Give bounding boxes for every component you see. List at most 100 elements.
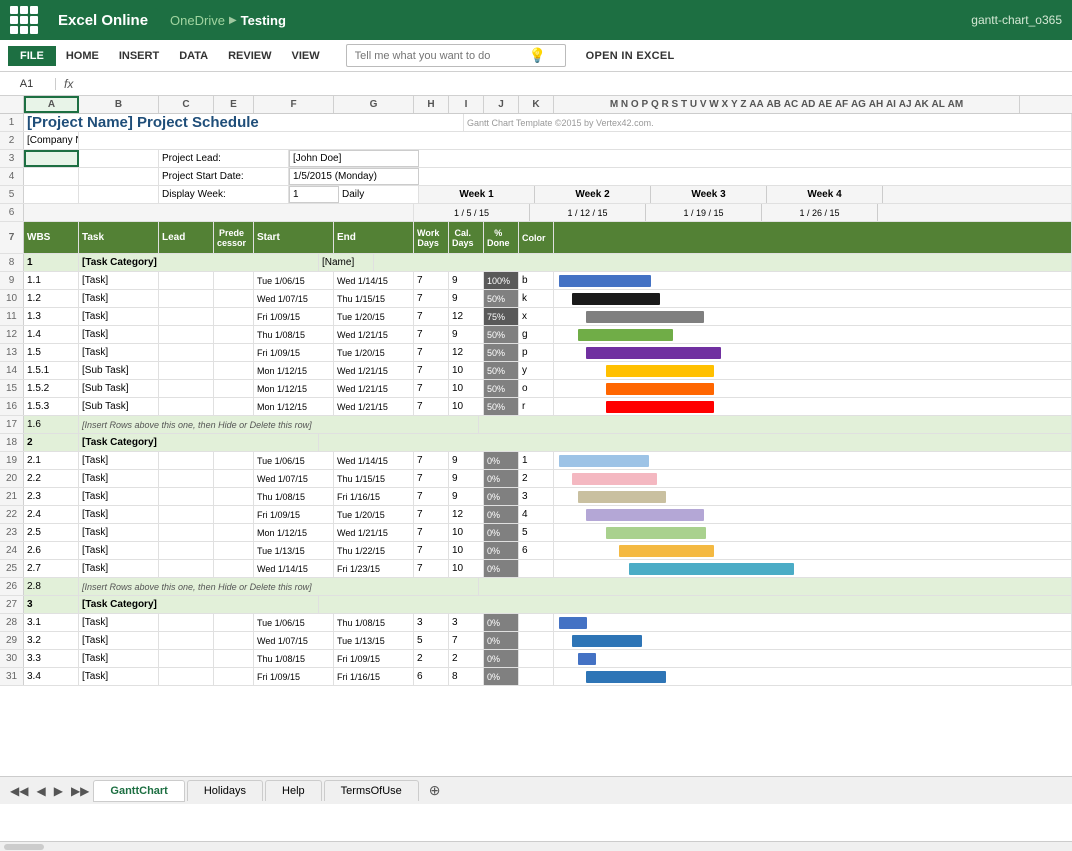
tab-nav-prev[interactable]: ◀ [32, 784, 49, 798]
column-headers: A B C E F G H I J K M N O P Q R S T U V … [0, 96, 1072, 114]
menu-home[interactable]: HOME [56, 46, 109, 66]
breadcrumb-sep: ▶ [229, 15, 237, 26]
cell-reference[interactable]: A1 [6, 78, 56, 90]
tab-help[interactable]: Help [265, 780, 322, 801]
search-input[interactable] [355, 50, 525, 62]
menu-insert[interactable]: INSERT [109, 46, 169, 66]
gantt-bar [586, 671, 666, 683]
table-row: 29 3.2 [Task] Wed 1/07/15 Tue 1/13/15 5 … [0, 632, 1072, 650]
menu-data[interactable]: DATA [169, 46, 218, 66]
col-E[interactable]: E [214, 96, 254, 113]
table-row: 11 1.3 [Task] Fri 1/09/15 Tue 1/20/15 7 … [0, 308, 1072, 326]
col-pctdone-header: %Done [484, 222, 519, 253]
column-header-row: 7 WBS Task Lead Predecessor Start End Wo… [0, 222, 1072, 254]
col-H[interactable]: H [414, 96, 449, 113]
top-bar: Excel Online OneDrive ▶ Testing gantt-ch… [0, 0, 1072, 40]
display-week-val[interactable]: 1 [289, 186, 339, 203]
horizontal-scrollbar[interactable] [0, 841, 1072, 851]
tab-nav-right[interactable]: ▶▶ [67, 784, 93, 798]
project-title[interactable]: [Project Name] Project Schedule [24, 114, 464, 131]
col-G[interactable]: G [334, 96, 414, 113]
daily-label: Daily [339, 186, 419, 203]
gantt-bar [606, 527, 706, 539]
week2-date: 1 / 12 / 15 [530, 204, 646, 221]
table-row: 28 3.1 [Task] Tue 1/06/15 Thu 1/08/15 3 … [0, 614, 1072, 632]
menu-view[interactable]: VIEW [282, 46, 330, 66]
gantt-bar [606, 383, 714, 395]
tab-ganttchart[interactable]: GanttChart [93, 780, 184, 802]
add-sheet-button[interactable]: ⊕ [421, 780, 449, 801]
menu-file[interactable]: FILE [8, 46, 56, 66]
col-workdays-header: WorkDays [414, 222, 449, 253]
table-row: 20 2.2 [Task] Wed 1/07/15 Thu 1/15/15 7 … [0, 470, 1072, 488]
table-row: 19 2.1 [Task] Tue 1/06/15 Wed 1/14/15 7 … [0, 452, 1072, 470]
table-row: 8 1 [Task Category] [Name] [0, 254, 1072, 272]
week3-date: 1 / 19 / 15 [646, 204, 762, 221]
onedrive-link[interactable]: OneDrive [170, 13, 225, 28]
table-row: 21 2.3 [Task] Thu 1/08/15 Fri 1/16/15 7 … [0, 488, 1072, 506]
scroll-thumb[interactable] [4, 844, 44, 850]
col-A[interactable]: A [24, 96, 79, 113]
week2-label: Week 2 [535, 186, 651, 203]
breadcrumb: OneDrive ▶ Testing [170, 13, 286, 28]
gantt-bar [559, 455, 649, 467]
table-row: 18 2 [Task Category] [0, 434, 1072, 452]
open-in-excel-button[interactable]: OPEN IN EXCEL [586, 50, 675, 62]
col-J[interactable]: J [484, 96, 519, 113]
gantt-bar [578, 329, 673, 341]
gantt-bar [572, 293, 660, 305]
spreadsheet: 1 [Project Name] Project Schedule Gantt … [0, 114, 1072, 841]
col-color-header: Color [519, 222, 554, 253]
table-row: 12 1.4 [Task] Thu 1/08/15 Wed 1/21/15 7 … [0, 326, 1072, 344]
search-bar[interactable]: 💡 [346, 44, 566, 67]
gantt-bar [578, 491, 666, 503]
start-date-val[interactable]: 1/5/2015 (Monday) [289, 168, 419, 185]
col-K[interactable]: K [519, 96, 554, 113]
col-end-header: End [334, 222, 414, 253]
table-row: 27 3 [Task Category] [0, 596, 1072, 614]
table-row: 30 3.3 [Task] Thu 1/08/15 Fri 1/09/15 2 … [0, 650, 1072, 668]
gantt-bar [586, 311, 704, 323]
col-pred-header: Predecessor [214, 222, 254, 253]
cell-a3[interactable] [24, 150, 79, 167]
table-row: 15 1.5.2 [Sub Task] Mon 1/12/15 Wed 1/21… [0, 380, 1072, 398]
watermark: Gantt Chart Template ©2015 by Vertex42.c… [464, 114, 1072, 131]
table-row: 24 2.6 [Task] Tue 1/13/15 Thu 1/22/15 7 … [0, 542, 1072, 560]
table-row: 5 Display Week: 1 Daily Week 1 Week 2 We… [0, 186, 1072, 204]
table-row: 1 [Project Name] Project Schedule Gantt … [0, 114, 1072, 132]
tab-nav-left[interactable]: ◀◀ [6, 784, 32, 798]
gantt-bar [578, 653, 596, 665]
week3-label: Week 3 [651, 186, 767, 203]
col-F[interactable]: F [254, 96, 334, 113]
week1-label: Week 1 [419, 186, 535, 203]
company-name[interactable]: [Company Name] [24, 132, 79, 149]
project-lead-val[interactable]: [John Doe] [289, 150, 419, 167]
gantt-bar [606, 365, 714, 377]
filename: gantt-chart_o365 [971, 13, 1062, 27]
start-date-label: Project Start Date: [159, 168, 289, 185]
tab-termsofuse[interactable]: TermsOfUse [324, 780, 419, 801]
table-row: 31 3.4 [Task] Fri 1/09/15 Fri 1/16/15 6 … [0, 668, 1072, 686]
table-row: 17 1.6 [Insert Rows above this one, then… [0, 416, 1072, 434]
col-start-header: Start [254, 222, 334, 253]
project-lead-label: Project Lead: [159, 150, 289, 167]
col-gantt: M N O P Q R S T U V W X Y Z AA AB AC AD … [554, 96, 1020, 113]
gantt-bar [572, 635, 642, 647]
tab-nav-next[interactable]: ▶ [50, 784, 67, 798]
table-row: 23 2.5 [Task] Mon 1/12/15 Wed 1/21/15 7 … [0, 524, 1072, 542]
menu-bar: FILE HOME INSERT DATA REVIEW VIEW 💡 OPEN… [0, 40, 1072, 72]
col-wbs-header: WBS [24, 222, 79, 253]
table-row: 4 Project Start Date: 1/5/2015 (Monday) [0, 168, 1072, 186]
tab-holidays[interactable]: Holidays [187, 780, 263, 801]
gantt-bar [586, 347, 721, 359]
gantt-bar [572, 473, 657, 485]
col-I[interactable]: I [449, 96, 484, 113]
col-C[interactable]: C [159, 96, 214, 113]
table-row: 26 2.8 [Insert Rows above this one, then… [0, 578, 1072, 596]
menu-review[interactable]: REVIEW [218, 46, 281, 66]
table-row: 16 1.5.3 [Sub Task] Mon 1/12/15 Wed 1/21… [0, 398, 1072, 416]
waffle-icon[interactable] [10, 6, 38, 34]
col-B[interactable]: B [79, 96, 159, 113]
gantt-bar [586, 509, 704, 521]
fx-label: fx [56, 77, 81, 91]
